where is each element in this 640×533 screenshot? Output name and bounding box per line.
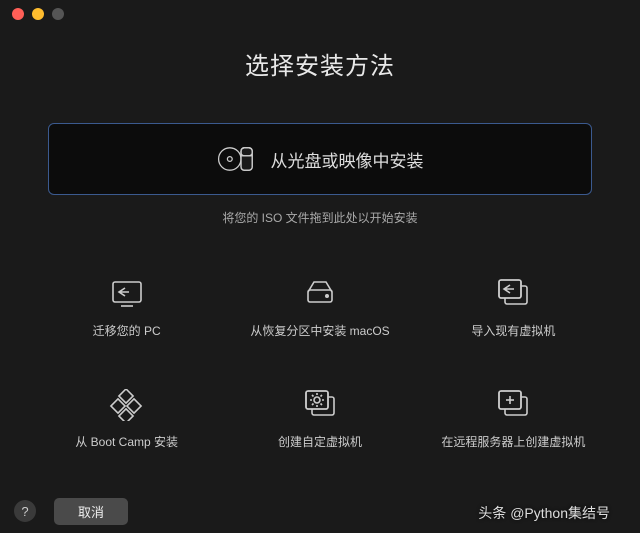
close-window-button[interactable]	[12, 8, 24, 20]
option-import-vm[interactable]: 导入现有虚拟机	[427, 276, 600, 339]
option-label: 从恢复分区中安装 macOS	[250, 322, 389, 339]
drop-iso-hint: 将您的 ISO 文件拖到此处以开始安装	[0, 209, 640, 226]
options-grid: 迁移您的 PC 从恢复分区中安装 macOS 导入现有虚拟机	[40, 276, 600, 450]
option-label: 创建自定虚拟机	[278, 433, 362, 450]
option-label: 在远程服务器上创建虚拟机	[441, 433, 585, 450]
disc-image-icon	[217, 141, 257, 177]
option-bootcamp[interactable]: 从 Boot Camp 安装	[40, 387, 213, 450]
install-from-disc-or-image[interactable]: 从光盘或映像中安装	[48, 123, 592, 195]
cancel-button[interactable]: 取消	[54, 498, 128, 525]
option-recovery-macos[interactable]: 从恢复分区中安装 macOS	[233, 276, 406, 339]
option-label: 迁移您的 PC	[93, 322, 161, 339]
option-label: 导入现有虚拟机	[471, 322, 555, 339]
watermark-prefix: 头条	[478, 505, 506, 521]
watermark: 头条 @Python集结号	[478, 503, 610, 523]
migrate-pc-icon	[107, 276, 147, 312]
watermark-author: @Python集结号	[510, 505, 610, 521]
option-label: 从 Boot Camp 安装	[75, 433, 178, 450]
hard-drive-icon	[300, 276, 340, 312]
remote-vm-icon	[493, 387, 533, 423]
page-title: 选择安装方法	[0, 46, 640, 81]
help-button[interactable]: ?	[14, 500, 36, 522]
option-migrate-pc[interactable]: 迁移您的 PC	[40, 276, 213, 339]
custom-vm-icon	[300, 387, 340, 423]
window-titlebar	[0, 0, 640, 28]
minimize-window-button[interactable]	[32, 8, 44, 20]
option-custom-vm[interactable]: 创建自定虚拟机	[233, 387, 406, 450]
maximize-window-button	[52, 8, 64, 20]
import-vm-icon	[493, 276, 533, 312]
bootcamp-icon	[107, 387, 147, 423]
primary-option-label: 从光盘或映像中安装	[271, 147, 424, 172]
option-remote-vm[interactable]: 在远程服务器上创建虚拟机	[427, 387, 600, 450]
